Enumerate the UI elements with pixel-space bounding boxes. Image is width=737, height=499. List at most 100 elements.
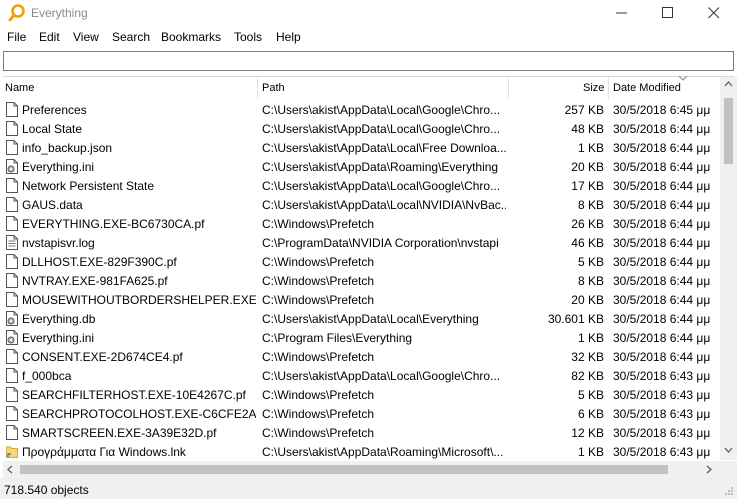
file-date-modified: 30/5/2018 6:45 μμ [613, 103, 711, 117]
file-date-modified: 30/5/2018 6:44 μμ [613, 217, 711, 231]
file-date-modified: 30/5/2018 6:43 μμ [613, 369, 711, 383]
menu-search[interactable]: Search [112, 30, 150, 44]
file-rows: Preferences C:\Users\akist\AppData\Local\… [3, 100, 719, 461]
file-path: C:\Users\akist\AppData\Local\NVIDIA\NvBa… [262, 198, 506, 212]
column-divider[interactable] [257, 77, 258, 99]
table-row[interactable]: Local State C:\Users\akist\AppData\Local\… [3, 119, 719, 138]
file-date-modified: 30/5/2018 6:44 μμ [613, 255, 711, 269]
file-path: C:\Users\akist\AppData\Local\Google\Chro… [262, 103, 501, 117]
maximize-button[interactable] [645, 0, 691, 27]
file-name: EVERYTHING.EXE-BC6730CA.pf [22, 217, 205, 231]
vertical-scrollbar[interactable] [720, 77, 737, 460]
table-row[interactable]: SMARTSCREEN.EXE-3A39E32D.pf C:\Windows\Pr… [3, 423, 719, 442]
file-icon [6, 178, 18, 193]
table-row[interactable]: info_backup.json C:\Users\akist\AppData\L… [3, 138, 719, 157]
menu-view[interactable]: View [73, 30, 99, 44]
file-size: 5 KB [577, 255, 604, 269]
horizontal-scroll-thumb[interactable] [20, 465, 668, 474]
table-row[interactable]: NVTRAY.EXE-981FA625.pf C:\Windows\Prefetc… [3, 271, 719, 290]
file-size: 1 KB [577, 331, 604, 345]
menu-bookmarks[interactable]: Bookmarks [161, 30, 221, 44]
menu-help[interactable]: Help [276, 30, 301, 44]
file-date-modified: 30/5/2018 6:43 μμ [613, 407, 711, 421]
scroll-left-arrow-icon[interactable] [7, 465, 13, 474]
file-size: 1 KB [577, 445, 604, 459]
table-row[interactable]: EVERYTHING.EXE-BC6730CA.pf C:\Windows\Pre… [3, 214, 719, 233]
table-row[interactable]: f_000bca C:\Users\akist\AppData\Local\Goo… [3, 366, 719, 385]
file-size: 82 KB [571, 369, 604, 383]
file-icon [6, 197, 18, 212]
file-icon [6, 387, 18, 402]
menu-tools[interactable]: Tools [234, 30, 262, 44]
everything-app-icon [8, 4, 25, 22]
file-path: C:\Users\akist\AppData\Roaming\Microsoft… [262, 445, 504, 459]
minimize-button[interactable] [599, 0, 645, 27]
scroll-right-arrow-icon[interactable] [706, 465, 712, 474]
settings-file-icon [6, 311, 18, 326]
file-name: CONSENT.EXE-2D674CE4.pf [22, 350, 183, 364]
table-row[interactable]: SEARCHFILTERHOST.EXE-10E4267C.pf C:\Windo… [3, 385, 719, 404]
file-name: f_000bca [22, 369, 72, 383]
column-header-row: Name Path Size Date Modified [3, 75, 719, 99]
table-row[interactable]: Προγράμματα Για Windows.lnk C:\Users\akis… [3, 442, 719, 461]
menu-edit[interactable]: Edit [39, 30, 60, 44]
file-path: C:\Windows\Prefetch [262, 293, 375, 307]
table-row[interactable]: Network Persistent State C:\Users\akist\A… [3, 176, 719, 195]
object-count: 718.540 objects [4, 483, 89, 497]
file-size: 48 KB [571, 122, 604, 136]
file-size: 32 KB [571, 350, 604, 364]
table-row[interactable]: CONSENT.EXE-2D674CE4.pf C:\Windows\Prefet… [3, 347, 719, 366]
file-path: C:\Users\akist\AppData\Roaming\Everythin… [262, 160, 499, 174]
table-row[interactable]: Everything.db C:\Users\akist\AppData\Loca… [3, 309, 719, 328]
file-size: 30.601 KB [547, 312, 604, 326]
scroll-up-arrow-icon[interactable] [724, 81, 733, 87]
table-row[interactable]: Preferences C:\Users\akist\AppData\Local\… [3, 100, 719, 119]
minimize-icon [616, 12, 627, 14]
table-row[interactable]: DLLHOST.EXE-829F390C.pf C:\Windows\Prefet… [3, 252, 719, 271]
column-header-date[interactable]: Date Modified [613, 82, 681, 94]
file-icon [6, 368, 18, 383]
file-size: 20 KB [571, 293, 604, 307]
file-icon [6, 273, 18, 288]
file-path: C:\Windows\Prefetch [262, 217, 375, 231]
file-size: 5 KB [577, 388, 604, 402]
file-date-modified: 30/5/2018 6:44 μμ [613, 274, 711, 288]
table-row[interactable]: nvstapisvr.log C:\ProgramData\NVIDIA Corp… [3, 233, 719, 252]
file-icon [6, 121, 18, 136]
menu-bar: File Edit View Search Bookmarks Tools He… [0, 28, 737, 48]
search-input[interactable] [3, 51, 734, 71]
sort-descending-icon [678, 75, 688, 81]
table-row[interactable]: Everything.ini C:\Users\akist\AppData\Roa… [3, 157, 719, 176]
column-header-path[interactable]: Path [262, 82, 285, 94]
settings-file-icon [6, 330, 18, 345]
file-path: C:\Users\akist\AppData\Local\Google\Chro… [262, 179, 501, 193]
text-file-icon [6, 235, 18, 250]
vertical-scroll-thumb[interactable] [724, 98, 733, 164]
column-divider[interactable] [608, 77, 609, 99]
horizontal-scrollbar[interactable] [3, 461, 720, 478]
file-size: 1 KB [577, 141, 604, 155]
scroll-down-arrow-icon[interactable] [724, 447, 733, 453]
file-name: GAUS.data [22, 198, 83, 212]
close-button[interactable] [691, 0, 737, 27]
column-header-name[interactable]: Name [5, 82, 34, 94]
table-row[interactable]: GAUS.data C:\Users\akist\AppData\Local\NV… [3, 195, 719, 214]
column-header-size[interactable]: Size [583, 82, 604, 94]
title-bar: Everything [0, 0, 737, 27]
file-name: Preferences [22, 103, 87, 117]
file-date-modified: 30/5/2018 6:44 μμ [613, 331, 711, 345]
results-list: Name Path Size Date Modified Preferences… [3, 75, 737, 478]
file-size: 257 KB [564, 103, 604, 117]
column-divider[interactable] [508, 77, 509, 99]
menu-file[interactable]: File [7, 30, 26, 44]
file-icon [6, 140, 18, 155]
table-row[interactable]: SEARCHPROTOCOLHOST.EXE-C6CFE2A8.pf C:\Win… [3, 404, 719, 423]
table-row[interactable]: Everything.ini C:\Program Files\Everythin… [3, 328, 719, 347]
status-bar: 718.540 objects [0, 478, 737, 499]
file-size: 20 KB [571, 160, 604, 174]
file-date-modified: 30/5/2018 6:44 μμ [613, 236, 711, 250]
resize-grip-icon[interactable] [724, 486, 734, 496]
table-row[interactable]: MOUSEWITHOUTBORDERSHELPER.EXE-4... C:\Win… [3, 290, 719, 309]
file-date-modified: 30/5/2018 6:44 μμ [613, 122, 711, 136]
window-title: Everything [31, 6, 88, 20]
